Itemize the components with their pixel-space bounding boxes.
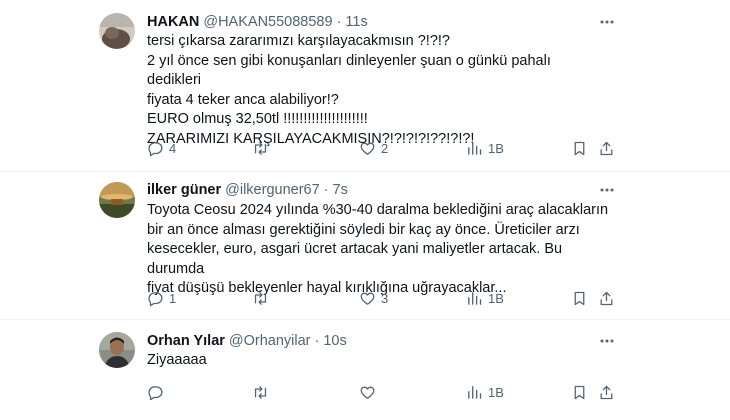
tweet[interactable]: Orhan Yılar @Orhanyilar · 10s Ziyaaaaa 1… [0,320,730,420]
more-icon[interactable] [598,181,616,199]
share-button[interactable] [598,288,615,308]
like-count: 2 [381,140,389,156]
share-button[interactable] [598,382,615,402]
more-icon[interactable] [598,13,616,31]
reply-icon [147,140,164,157]
timestamp[interactable]: 11s [345,14,367,30]
views-button[interactable]: 1B [466,382,504,402]
views-button[interactable]: 1B [466,288,504,308]
reply-button[interactable]: 1 [147,288,176,308]
views-count: 1B [488,384,504,400]
tweet-actions: 1 3 1B [0,288,730,308]
reply-count: 4 [169,140,177,156]
views-count: 1B [488,290,504,306]
bookmark-icon [571,290,588,307]
retweet-button[interactable] [252,382,274,402]
author-handle[interactable]: @Orhanyilar [229,333,311,349]
author-name[interactable]: Orhan Yılar [147,333,225,349]
reply-icon [147,290,164,307]
bookmark-button[interactable] [571,288,588,308]
bookmark-icon [571,140,588,157]
bookmark-button[interactable] [571,138,588,158]
avatar[interactable] [99,182,135,218]
tweet[interactable]: HAKAN @HAKAN55088589 · 11s tersi çıkarsa… [0,0,730,172]
share-button[interactable] [598,138,615,158]
avatar[interactable] [99,332,135,368]
author-handle[interactable]: @HAKAN55088589 [203,14,332,30]
retweet-icon [252,290,269,307]
author-handle[interactable]: @ilkerguner67 [225,182,320,198]
bookmark-icon [571,384,588,401]
views-icon [466,384,483,401]
author-name[interactable]: HAKAN [147,14,199,30]
tweet-header: Orhan Yılar @Orhanyilar · 10s [147,331,347,351]
share-icon [598,140,615,157]
timestamp[interactable]: 10s [323,333,346,349]
tweet-text: Toyota Ceosu 2024 yılında %30-40 daralma… [147,202,609,297]
views-button[interactable]: 1B [466,138,504,158]
bookmark-button[interactable] [571,382,588,402]
tweet-actions: 1B [0,382,730,402]
reply-button[interactable] [147,382,169,402]
tweet-text: tersi çıkarsa zararımızı karşılayacakmıs… [147,33,551,147]
retweet-button[interactable] [252,138,274,158]
views-icon [466,290,483,307]
reply-icon [147,384,164,401]
more-icon[interactable] [598,332,616,350]
tweet-actions: 4 2 1B [0,138,730,158]
tweet-text: Ziyaaaaa [147,352,207,368]
avatar[interactable] [99,13,135,49]
separator-dot: · [336,14,342,30]
separator-dot: · [323,182,329,198]
tweet-header: HAKAN @HAKAN55088589 · 11s [147,12,368,32]
like-button[interactable]: 3 [359,288,388,308]
like-count: 3 [381,290,389,306]
like-icon [359,290,376,307]
tweet[interactable]: ilker güner @ilkerguner67 · 7s Toyota Ce… [0,172,730,320]
tweet-header: ilker güner @ilkerguner67 · 7s [147,180,348,200]
retweet-button[interactable] [252,288,274,308]
views-count: 1B [488,140,504,156]
like-button[interactable]: 2 [359,138,388,158]
like-icon [359,384,376,401]
retweet-icon [252,384,269,401]
timestamp[interactable]: 7s [333,182,348,198]
share-icon [598,290,615,307]
share-icon [598,384,615,401]
reply-count: 1 [169,290,177,306]
views-icon [466,140,483,157]
retweet-icon [252,140,269,157]
separator-dot: · [314,333,320,349]
like-button[interactable] [359,382,381,402]
like-icon [359,140,376,157]
reply-button[interactable]: 4 [147,138,176,158]
author-name[interactable]: ilker güner [147,182,221,198]
